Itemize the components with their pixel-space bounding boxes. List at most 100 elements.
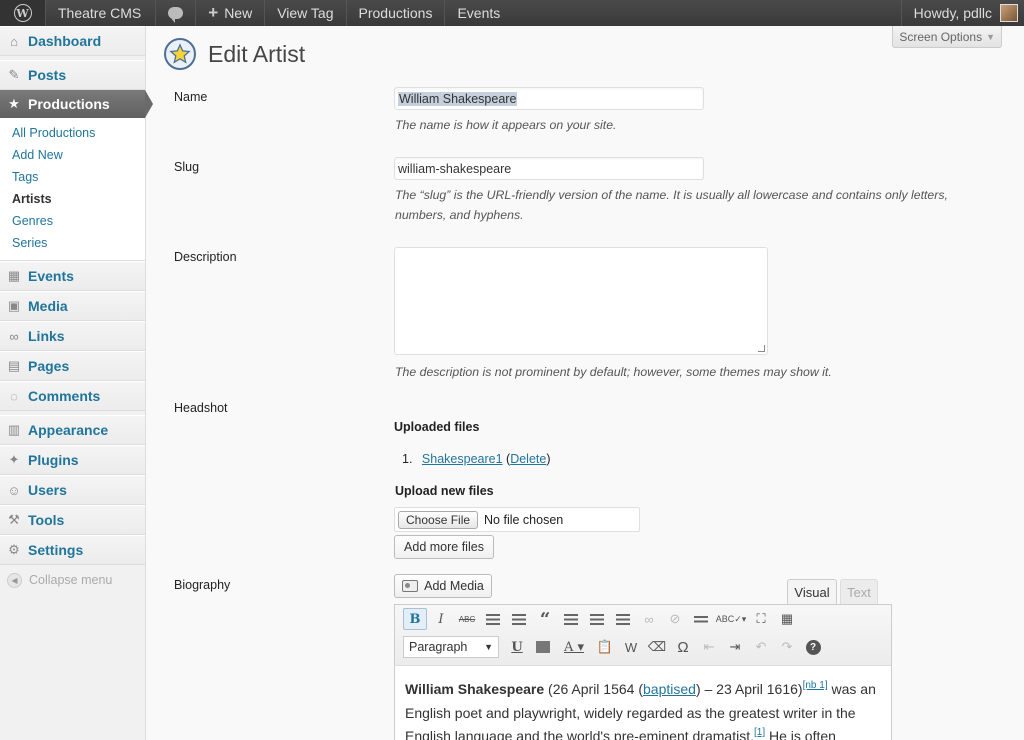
slug-field[interactable]: william-shakespeare (394, 157, 704, 180)
slug-description: The “slug” is the URL-friendly version o… (395, 185, 955, 225)
delete-file-link[interactable]: Delete (510, 452, 546, 466)
screen-options-button[interactable]: Screen Options ▼ (892, 26, 1002, 48)
description-textarea[interactable] (394, 247, 768, 355)
new-content-menu[interactable]: + New (196, 0, 266, 26)
file-upload-field[interactable]: Choose File No file chosen (394, 507, 640, 532)
redo-icon[interactable]: ↷ (775, 636, 799, 658)
submenu-artists[interactable]: Artists (0, 188, 145, 210)
paren-close: ) (546, 452, 551, 466)
spellcheck-button[interactable]: ABC✓▾ (715, 608, 747, 630)
add-media-label: Add Media (424, 579, 484, 593)
collapse-menu-button[interactable]: ◀ Collapse menu (0, 565, 145, 595)
submenu-add-new[interactable]: Add New (0, 144, 145, 166)
insert-link-button[interactable]: ∞ (637, 608, 661, 630)
sidebar-item-users[interactable]: ☺ Users (0, 475, 145, 505)
sidebar-item-appearance[interactable]: ▥ Appearance (0, 415, 145, 445)
bio-text-2: ) – 23 April 1616) (695, 681, 803, 697)
sidebar-item-links[interactable]: ∞ Links (0, 321, 145, 351)
submenu-series[interactable]: Series (0, 232, 145, 254)
blockquote-button[interactable]: “ (533, 608, 557, 630)
numbered-list-button[interactable] (507, 608, 531, 630)
upload-new-heading: Upload new files (395, 484, 494, 498)
comment-bubble-icon (168, 7, 184, 23)
kitchen-sink-button[interactable]: ▦ (775, 608, 799, 630)
italic-button[interactable]: I (429, 608, 453, 630)
submenu-genres[interactable]: Genres (0, 210, 145, 232)
productions-bar-link[interactable]: Productions (347, 0, 446, 26)
admin-bar: W Theatre CMS + New View Tag Productions… (0, 0, 1024, 26)
indent-icon[interactable]: ⇥ (723, 636, 747, 658)
biography-content[interactable]: William Shakespeare (26 April 1564 (bapt… (395, 666, 891, 740)
file-link[interactable]: Shakespeare1 (422, 452, 503, 466)
sidebar-item-pages[interactable]: ▤ Pages (0, 351, 145, 381)
toolbar-row-1: B I ABC “ ∞ ⊘ ABC✓▾ ⛶ ▦ (403, 608, 801, 630)
biography-label: Biography (174, 578, 231, 592)
triangle-down-icon: ▼ (484, 642, 493, 652)
collapse-arrow-icon: ◀ (7, 572, 22, 588)
align-right-button[interactable] (611, 608, 635, 630)
howdy-label: Howdy, pdllc (913, 5, 992, 21)
sidebar-item-dashboard[interactable]: ⌂ Dashboard (0, 26, 145, 56)
submenu-all-productions[interactable]: All Productions (0, 122, 145, 144)
my-account-menu[interactable]: Howdy, pdllc (900, 0, 1024, 26)
special-character-icon[interactable]: Ω (671, 636, 695, 658)
dashboard-icon: ⌂ (10, 33, 18, 49)
bullet-list-button[interactable] (481, 608, 505, 630)
wordpress-logo-menu[interactable]: W (0, 0, 46, 26)
read-more-button[interactable] (689, 608, 713, 630)
align-center-button[interactable] (585, 608, 609, 630)
triangle-down-icon: ▼ (986, 31, 995, 42)
sidebar-item-productions[interactable]: ★ Productions (0, 90, 153, 118)
sidebar-item-tools[interactable]: ⚒ Tools (0, 505, 145, 535)
sidebar-item-comments[interactable]: ◌ Comments (0, 381, 145, 411)
tab-text[interactable]: Text (840, 579, 878, 605)
add-media-button[interactable]: Add Media (394, 574, 492, 598)
justify-button[interactable] (531, 636, 555, 658)
media-icon: ▣ (7, 298, 21, 313)
sidebar-item-media[interactable]: ▣ Media (0, 291, 145, 321)
paste-word-icon[interactable]: W (619, 636, 643, 658)
submenu-tags[interactable]: Tags (0, 166, 145, 188)
outdent-icon[interactable]: ⇤ (697, 636, 721, 658)
name-value: William Shakespeare (398, 91, 518, 106)
add-more-files-button[interactable]: Add more files (394, 535, 494, 559)
undo-icon[interactable]: ↶ (749, 636, 773, 658)
name-description: The name is how it appears on your site. (395, 118, 617, 132)
sidebar-item-plugins[interactable]: ✦ Plugins (0, 445, 145, 475)
sidebar-item-label: Media (28, 298, 68, 314)
paste-text-icon[interactable]: 📋 (593, 636, 617, 658)
comments-menu[interactable] (156, 0, 197, 26)
resize-grip-icon[interactable] (758, 345, 765, 352)
comments-icon: ◌ (10, 388, 18, 404)
footnote-link[interactable]: [nb 1] (803, 680, 828, 691)
events-bar-link[interactable]: Events (445, 0, 512, 26)
unlink-button[interactable]: ⊘ (663, 608, 687, 630)
sidebar-item-label: Productions (28, 96, 110, 112)
reference-link[interactable]: [1] (754, 727, 765, 738)
sidebar-item-events[interactable]: ▦ Events (0, 261, 145, 291)
fullscreen-button[interactable]: ⛶ (749, 608, 773, 630)
sidebar-item-settings[interactable]: ⚙ Settings (0, 535, 145, 565)
text-color-button[interactable]: A ▾ (557, 636, 591, 658)
sidebar-item-label: Comments (28, 388, 101, 404)
site-name-link[interactable]: Theatre CMS (46, 0, 157, 26)
underline-button[interactable]: U (505, 636, 529, 658)
editor-toolbar: B I ABC “ ∞ ⊘ ABC✓▾ ⛶ ▦ Paragraph ▼ U A … (395, 605, 891, 666)
align-left-button[interactable] (559, 608, 583, 630)
view-tag-link[interactable]: View Tag (265, 0, 347, 26)
bold-button[interactable]: B (403, 608, 427, 630)
clear-formatting-icon[interactable]: ⌫ (645, 636, 669, 658)
no-file-chosen-text: No file chosen (484, 512, 564, 527)
bio-text-1: (26 April 1564 ( (544, 681, 644, 697)
name-field[interactable]: William Shakespeare (394, 87, 704, 110)
file-number: 1. (402, 452, 413, 466)
main-content: Screen Options ▼ Edit Artist Name Willia… (146, 26, 1024, 740)
sidebar-item-posts[interactable]: ✎ Posts (0, 60, 145, 90)
slug-label: Slug (174, 160, 200, 174)
help-icon[interactable]: ? (801, 636, 825, 658)
tab-visual[interactable]: Visual (787, 579, 837, 605)
baptised-link[interactable]: baptised (643, 681, 696, 697)
format-select[interactable]: Paragraph ▼ (403, 636, 499, 658)
choose-file-button[interactable]: Choose File (398, 510, 479, 529)
strikethrough-button[interactable]: ABC (455, 608, 479, 630)
